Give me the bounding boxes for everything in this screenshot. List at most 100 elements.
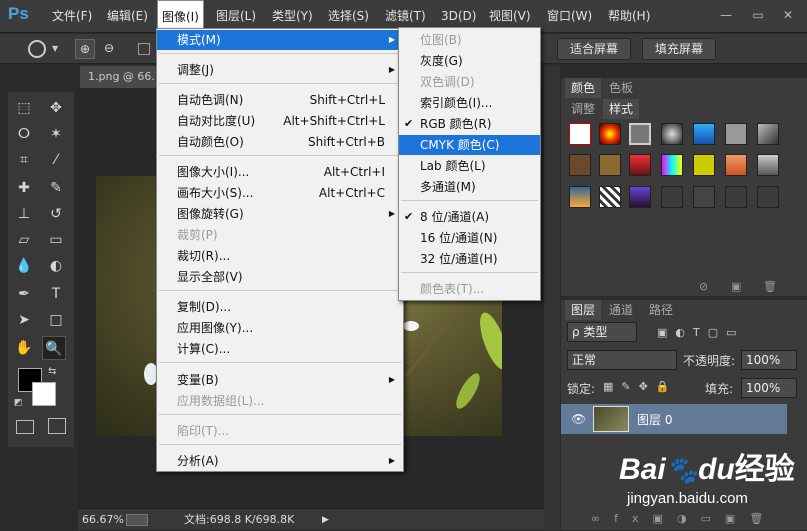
screen-mode-icon[interactable] [48, 418, 66, 434]
mode-item-indexed[interactable]: 索引颜色(I)... [399, 93, 540, 113]
menu-item-image-rotation[interactable]: 图像旋转(G) ▶ [157, 204, 403, 224]
style-swatch[interactable] [757, 186, 779, 208]
new-style-icon[interactable]: ▣ [731, 280, 741, 293]
minimize-icon[interactable]: — [716, 8, 736, 24]
menu-file[interactable]: 文件(F) [52, 0, 92, 33]
fill-input[interactable]: 100% [741, 378, 797, 398]
clear-style-icon[interactable]: ⊘ [699, 280, 708, 293]
fit-screen-button[interactable]: 适合屏幕 [557, 38, 631, 60]
mode-item-16bit[interactable]: 16 位/通道(N) [399, 228, 540, 248]
style-swatch[interactable] [757, 154, 779, 176]
style-swatch[interactable] [661, 186, 683, 208]
menu-item-auto-tone[interactable]: 自动色调(N) Shift+Ctrl+L [157, 90, 403, 110]
mode-item-cmyk[interactable]: CMYK 颜色(C) [399, 135, 540, 155]
style-none-swatch[interactable] [569, 123, 591, 145]
mode-item-lab[interactable]: Lab 颜色(L) [399, 156, 540, 176]
style-swatch[interactable] [757, 123, 779, 145]
zoom-in-icon[interactable]: ⊕ [75, 39, 95, 59]
style-swatch[interactable] [629, 186, 651, 208]
blend-mode-select[interactable]: 正常 [567, 350, 677, 370]
menu-item-duplicate[interactable]: 复制(D)... [157, 297, 403, 317]
move-tool-icon[interactable]: ✥ [44, 96, 68, 120]
delete-style-icon[interactable]: 🗑 [763, 280, 777, 293]
menu-help[interactable]: 帮助(H) [608, 0, 650, 33]
menu-item-auto-color[interactable]: 自动颜色(O) Shift+Ctrl+B [157, 132, 403, 152]
style-swatch[interactable] [693, 154, 715, 176]
pen-tool-icon[interactable]: ✒ [12, 282, 36, 306]
menu-item-calculations[interactable]: 计算(C)... [157, 339, 403, 359]
menu-item-mode[interactable]: 模式(M) ▶ [157, 30, 403, 50]
style-swatch[interactable] [629, 154, 651, 176]
menu-item-analysis[interactable]: 分析(A) ▶ [157, 451, 403, 471]
menu-item-auto-contrast[interactable]: 自动对比度(U) Alt+Shift+Ctrl+L [157, 111, 403, 131]
close-icon[interactable]: ✕ [778, 8, 798, 24]
zoom-tool-icon[interactable] [28, 40, 46, 58]
menu-item-trim[interactable]: 裁切(R)... [157, 246, 403, 266]
healing-brush-tool-icon[interactable]: ✚ [12, 176, 36, 200]
clone-stamp-tool-icon[interactable]: ⊥ [12, 202, 36, 226]
lock-icons[interactable]: ▦✎✥🔒 [603, 380, 683, 393]
eyedropper-tool-icon[interactable]: ⁄ [44, 148, 68, 172]
marquee-tool-icon[interactable]: ⬚ [12, 96, 36, 120]
gradient-tool-icon[interactable]: ▭ [44, 228, 68, 252]
mode-item-multichannel[interactable]: 多通道(M) [399, 177, 540, 197]
style-swatch[interactable] [693, 186, 715, 208]
style-swatch[interactable] [599, 154, 621, 176]
tab-channels[interactable]: 通道 [603, 300, 639, 320]
menu-item-reveal-all[interactable]: 显示全部(V) [157, 267, 403, 287]
tab-layers[interactable]: 图层 [565, 300, 602, 320]
zoom-level[interactable]: 66.67% [82, 509, 124, 531]
crop-tool-icon[interactable]: ⌗ [12, 148, 36, 172]
restore-icon[interactable]: ▭ [748, 8, 768, 24]
default-colors-icon[interactable]: ◩ [14, 398, 23, 408]
menu-item-apply-image[interactable]: 应用图像(Y)... [157, 318, 403, 338]
quick-mask-icon[interactable] [16, 420, 34, 434]
layer-filter-icons[interactable]: ▣◐T▢▭ [657, 326, 787, 339]
fill-screen-button[interactable]: 填充屏幕 [642, 38, 716, 60]
style-swatch[interactable] [661, 154, 683, 176]
zoom-tool-active-icon[interactable]: 🔍 [42, 336, 66, 360]
resize-windows-checkbox[interactable] [138, 43, 150, 55]
magic-wand-tool-icon[interactable]: ✶ [44, 122, 68, 146]
menu-window[interactable]: 窗口(W) [547, 0, 592, 33]
style-swatch[interactable] [629, 123, 651, 145]
dodge-tool-icon[interactable]: ◐ [44, 254, 68, 278]
tab-color[interactable]: 颜色 [565, 78, 602, 98]
hand-tool-icon[interactable]: ✋ [12, 336, 36, 360]
mode-item-grayscale[interactable]: 灰度(G) [399, 51, 540, 71]
menu-item-canvas-size[interactable]: 画布大小(S)... Alt+Ctrl+C [157, 183, 403, 203]
style-swatch[interactable] [569, 154, 591, 176]
tab-adjustments[interactable]: 调整 [565, 99, 601, 119]
style-swatch[interactable] [693, 123, 715, 145]
rectangle-tool-icon[interactable]: □ [44, 308, 68, 332]
style-swatch[interactable] [725, 186, 747, 208]
style-swatch[interactable] [725, 154, 747, 176]
lasso-tool-icon[interactable]: ⵔ [12, 122, 36, 146]
style-swatch[interactable] [725, 123, 747, 145]
style-swatch[interactable] [599, 186, 621, 208]
type-tool-icon[interactable]: T [44, 282, 68, 306]
eraser-tool-icon[interactable]: ▱ [12, 228, 36, 252]
tool-preset-chevron-icon[interactable]: ▼ [52, 44, 58, 53]
mode-item-8bit[interactable]: ✔ 8 位/通道(A) [399, 207, 540, 227]
layer-visibility-icon[interactable]: 👁 [571, 412, 586, 426]
layer-name[interactable]: 图层 0 [637, 411, 672, 428]
brush-tool-icon[interactable]: ✎ [44, 176, 68, 200]
layer-kind-filter[interactable]: ρ 类型 [567, 322, 637, 342]
menu-item-adjust[interactable]: 调整(J) ▶ [157, 60, 403, 80]
menu-edit[interactable]: 编辑(E) [107, 0, 148, 33]
menu-item-image-size[interactable]: 图像大小(I)... Alt+Ctrl+I [157, 162, 403, 182]
mode-item-rgb[interactable]: ✔ RGB 颜色(R) [399, 114, 540, 134]
layer-row[interactable]: 👁 图层 0 [561, 404, 787, 434]
style-swatch[interactable] [599, 123, 621, 145]
tab-swatches[interactable]: 色板 [603, 78, 639, 98]
zoom-out-icon[interactable]: ⊖ [99, 39, 119, 59]
mode-item-32bit[interactable]: 32 位/通道(H) [399, 249, 540, 269]
opacity-input[interactable]: 100% [741, 350, 797, 370]
blur-tool-icon[interactable]: 💧 [12, 254, 36, 278]
tab-styles[interactable]: 样式 [603, 99, 640, 119]
style-swatch[interactable] [661, 123, 683, 145]
path-selection-tool-icon[interactable]: ➤ [12, 308, 36, 332]
status-menu-arrow-icon[interactable]: ▶ [322, 509, 329, 531]
background-color-swatch[interactable] [32, 382, 56, 406]
